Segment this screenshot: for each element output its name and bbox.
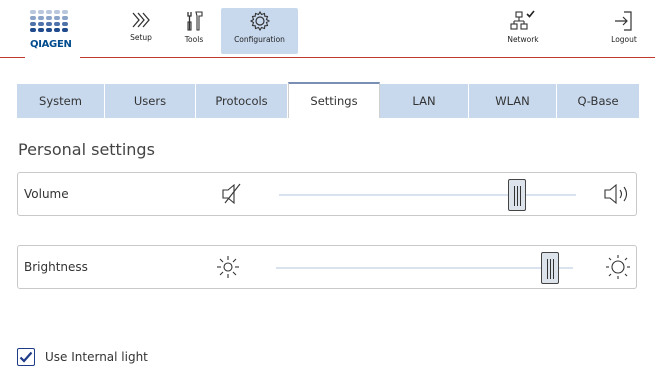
logout-label: Logout — [611, 35, 637, 44]
tools-icon — [187, 11, 203, 31]
speaker-high-icon[interactable] — [603, 181, 633, 207]
sun-high-icon[interactable] — [604, 254, 632, 280]
volume-slider-thumb[interactable] — [508, 179, 526, 211]
checkmark-icon — [19, 351, 33, 363]
tab-label: System — [39, 94, 82, 108]
network-icon — [510, 10, 535, 30]
volume-label: Volume — [24, 187, 69, 201]
sun-low-icon[interactable] — [215, 254, 241, 280]
header-divider-left — [0, 57, 25, 58]
network-label: Network — [507, 35, 539, 44]
setup-button[interactable]: Setup — [118, 8, 164, 54]
settings-tabs: System Users Protocols Settings LAN WLAN… — [17, 82, 639, 118]
brightness-slider-thumb[interactable] — [541, 252, 559, 284]
setup-label: Setup — [130, 33, 152, 42]
internal-light-option[interactable]: Use Internal light — [17, 348, 148, 366]
logout-button[interactable]: Logout — [604, 8, 644, 54]
app-header: QIAGEN Setup Tools Configuration Network… — [0, 0, 655, 66]
tab-label: Q-Base — [577, 94, 619, 108]
section-title: Personal settings — [18, 140, 155, 159]
configuration-button[interactable]: Configuration — [221, 8, 298, 54]
tab-label: WLAN — [495, 94, 530, 108]
network-button[interactable]: Network — [500, 8, 546, 54]
tab-protocols[interactable]: Protocols — [196, 84, 288, 118]
logo-dots — [30, 10, 70, 37]
tools-label: Tools — [184, 35, 204, 44]
tab-lan[interactable]: LAN — [380, 84, 469, 118]
logout-icon — [615, 11, 632, 31]
qiagen-logo: QIAGEN — [30, 10, 72, 52]
chevrons-right-icon — [132, 12, 150, 28]
tab-system[interactable]: System — [17, 84, 105, 118]
internal-light-label: Use Internal light — [45, 350, 148, 364]
brightness-slider[interactable] — [276, 252, 573, 284]
tab-label: Settings — [310, 94, 358, 108]
tab-settings[interactable]: Settings — [288, 82, 380, 118]
speaker-mute-icon[interactable] — [221, 181, 243, 207]
brightness-label: Brightness — [24, 260, 88, 274]
configuration-label: Configuration — [234, 35, 285, 44]
gear-icon — [249, 10, 270, 32]
tab-label: LAN — [412, 94, 436, 108]
volume-slider[interactable] — [279, 179, 576, 211]
logo-text: QIAGEN — [30, 39, 72, 50]
brightness-panel: Brightness — [17, 245, 637, 289]
internal-light-checkbox[interactable] — [17, 348, 35, 366]
tab-users[interactable]: Users — [105, 84, 196, 118]
tab-q-base[interactable]: Q-Base — [557, 84, 639, 118]
header-divider-right — [80, 57, 655, 58]
tab-wlan[interactable]: WLAN — [469, 84, 557, 118]
tab-label: Users — [133, 94, 167, 108]
tab-label: Protocols — [215, 94, 268, 108]
tools-button[interactable]: Tools — [176, 8, 212, 54]
volume-panel: Volume — [17, 172, 637, 216]
